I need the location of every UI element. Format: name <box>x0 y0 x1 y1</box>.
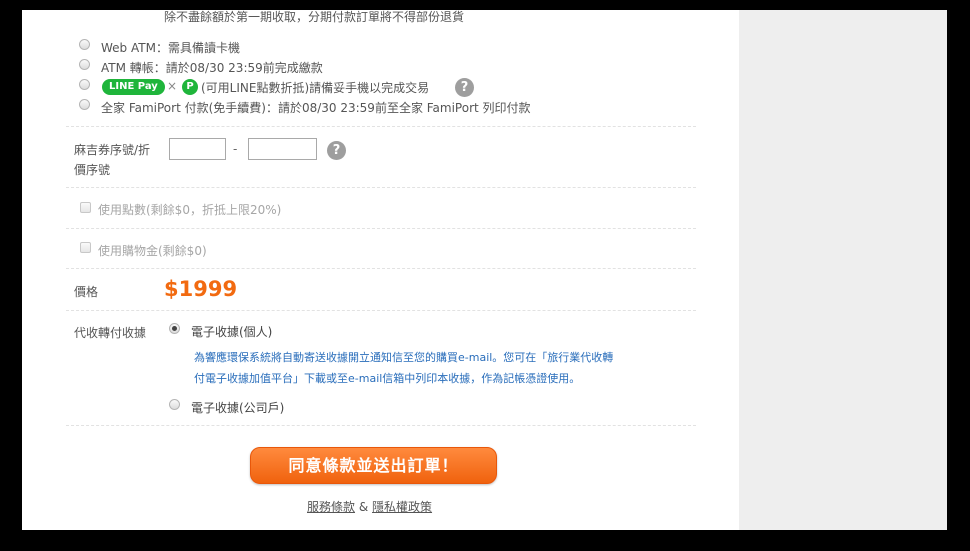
payment-radio-linepay[interactable] <box>79 79 90 90</box>
submit-order-button[interactable]: 同意條款並送出訂單！ <box>250 447 497 484</box>
divider <box>66 228 696 229</box>
side-panel <box>739 10 947 530</box>
divider <box>66 268 696 269</box>
payment-radio-atm[interactable] <box>79 59 90 70</box>
coupon-code-input-1[interactable] <box>169 138 226 160</box>
receipt-radio-company[interactable] <box>169 399 180 410</box>
payment-radio-webatm[interactable] <box>79 39 90 50</box>
price-label: 價格 <box>74 285 99 299</box>
receipt-note-line2: 付電子收據加值平台」下載或至e-mail信箱中列印本收據，作為記帳憑證使用。 <box>194 372 581 385</box>
payment-label-webatm: Web ATM：需具備讀卡機 <box>101 41 240 55</box>
payment-label-famiport: 全家 FamiPort 付款(免手續費)：請於08/30 23:59前至全家 F… <box>101 101 531 115</box>
installment-note: 除不盡餘額於第一期收取，分期付款訂單將不得部份退貨 <box>164 10 465 24</box>
divider <box>66 310 696 311</box>
checkout-page: 除不盡餘額於第一期收取，分期付款訂單將不得部份退貨 Web ATM：需具備讀卡機… <box>22 10 947 530</box>
linepay-help-icon[interactable]: ? <box>455 78 474 97</box>
divider <box>66 187 696 188</box>
receipt-note-line1: 為響應環保系統將自動寄送收據開立通知信至您的購買e-mail。您可在「旅行業代收… <box>194 351 614 364</box>
coupon-help-icon[interactable]: ? <box>327 141 346 160</box>
privacy-link[interactable]: 隱私權政策 <box>372 500 432 514</box>
coupon-code-input-2[interactable] <box>248 138 317 160</box>
receipt-radio-personal[interactable] <box>169 323 180 334</box>
use-credit-label: 使用購物金(剩餘$0) <box>98 244 207 258</box>
footer-amp: & <box>358 500 369 514</box>
coupon-label-line1: 麻吉券序號/折 <box>74 143 151 157</box>
divider <box>66 126 696 127</box>
use-points-label: 使用點數(剩餘$0，折抵上限20%) <box>98 203 282 217</box>
coupon-separator: - <box>233 142 238 156</box>
footer-links: 服務條款 & 隱私權政策 <box>307 498 432 515</box>
payment-label-atm: ATM 轉帳：請於08/30 23:59前完成繳款 <box>101 61 323 75</box>
payment-label-linepay: (可用LINE點數折抵)請備妥手機以完成交易 <box>201 81 430 95</box>
coupon-label-line2: 價序號 <box>74 163 111 177</box>
terms-link[interactable]: 服務條款 <box>307 500 355 514</box>
payment-radio-famiport[interactable] <box>79 99 90 110</box>
receipt-label-company: 電子收據(公司戶) <box>191 401 285 415</box>
receipt-label-personal: 電子收據(個人) <box>191 325 273 339</box>
use-credit-checkbox[interactable] <box>80 242 91 253</box>
use-points-checkbox[interactable] <box>80 202 91 213</box>
linepay-logo: LINE Pay <box>102 79 165 95</box>
receipt-label: 代收轉付收據 <box>74 326 147 340</box>
price-value: $1999 <box>164 277 238 301</box>
line-points-icon: P <box>182 79 198 95</box>
times-sign: × <box>167 79 178 93</box>
divider <box>66 425 696 426</box>
